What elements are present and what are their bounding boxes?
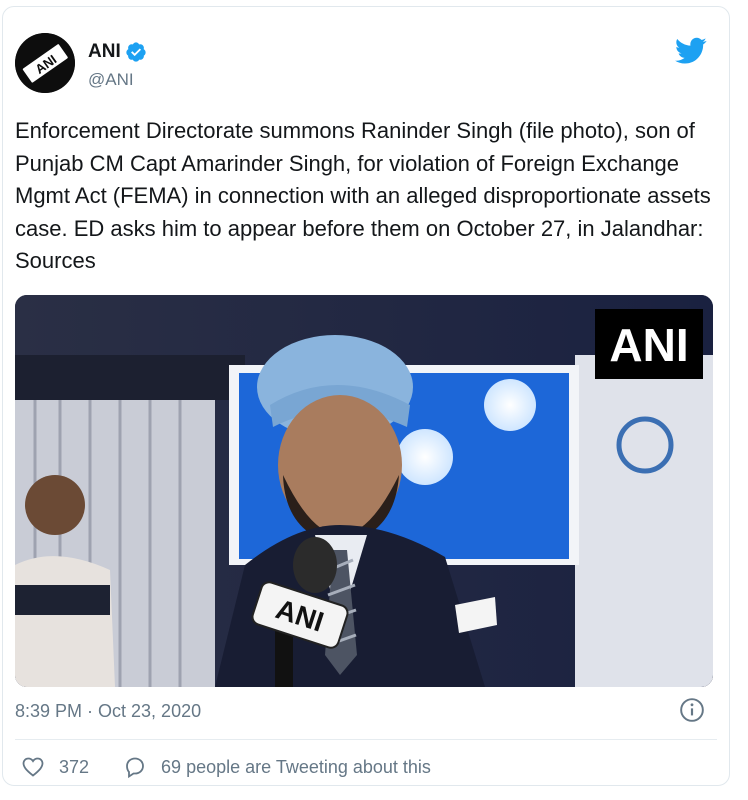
author-handle[interactable]: @ANI [88,70,134,90]
conversation-text: 69 people are Tweeting about this [161,756,431,777]
media-watermark: ANI [609,319,688,371]
info-icon[interactable] [679,697,705,723]
like-count: 372 [59,756,90,777]
tweet-photo[interactable]: ANI ANI [15,295,713,687]
author-avatar[interactable]: ANI [15,33,75,93]
verified-badge-icon [126,42,146,62]
conversation-action[interactable]: 69 people are Tweeting about this [123,755,431,779]
speech-bubble-icon[interactable] [123,755,147,779]
photo-illustration: ANI ANI [15,295,713,687]
tweet-card: ANI ANI @ANI Enforcement Directorate sum… [2,6,730,786]
action-divider [15,739,717,740]
tweet-timestamp[interactable]: 8:39 PM · Oct 23, 2020 [15,701,201,722]
heart-icon[interactable] [21,755,45,779]
like-action[interactable]: 372 [21,755,89,779]
author-name-row[interactable]: ANI [88,41,147,63]
tweet-text: Enforcement Directorate summons Raninder… [15,118,711,273]
twitter-bird-icon[interactable] [675,37,707,65]
author-name[interactable]: ANI [88,41,121,63]
tweet-actions: 372 69 people are Tweeting about this [21,755,465,779]
